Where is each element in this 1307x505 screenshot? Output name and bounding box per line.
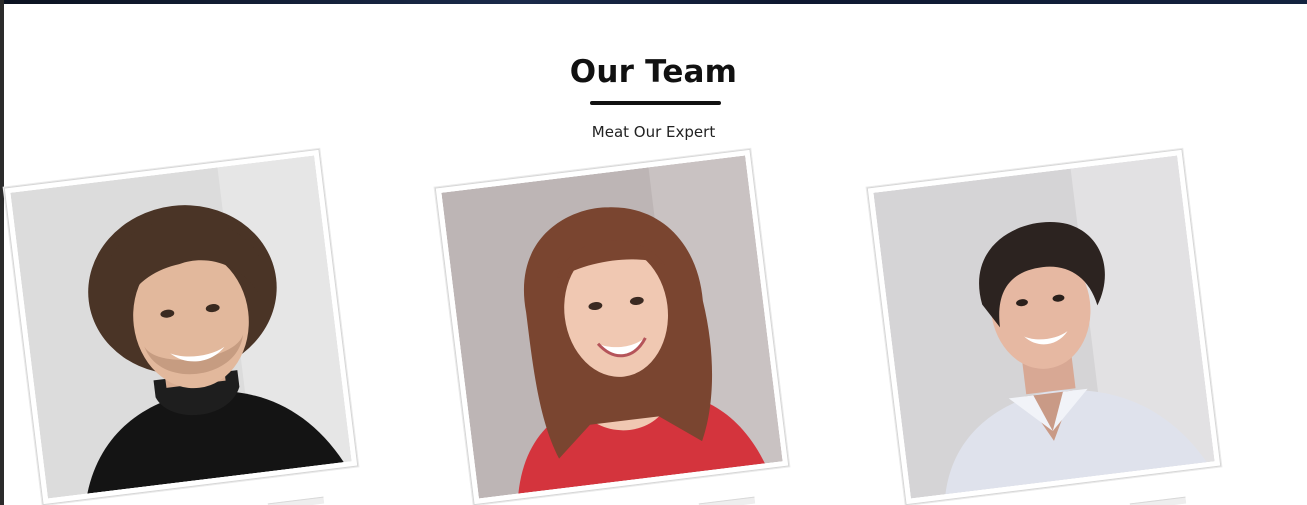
card-caption-edge — [698, 496, 756, 505]
portrait-woman-red-top — [441, 155, 783, 499]
team-member-card[interactable] — [3, 148, 359, 505]
portrait-man-turtleneck — [10, 155, 352, 499]
team-member-photo[interactable] — [873, 155, 1215, 499]
team-section: Our Team Meat Our Expert — [0, 0, 1307, 505]
card-caption-edge — [1129, 496, 1187, 505]
team-member-photo[interactable] — [441, 155, 783, 499]
portrait-man-shirt — [873, 155, 1215, 499]
section-title: Our Team — [569, 54, 738, 90]
section-subtitle: Meat Our Expert — [591, 123, 716, 141]
card-caption-edge — [267, 496, 325, 505]
header-strip — [0, 0, 1307, 4]
team-member-card[interactable] — [866, 148, 1222, 505]
title-underline — [590, 101, 721, 105]
team-member-card[interactable] — [434, 148, 790, 505]
team-member-photo[interactable] — [10, 155, 352, 499]
